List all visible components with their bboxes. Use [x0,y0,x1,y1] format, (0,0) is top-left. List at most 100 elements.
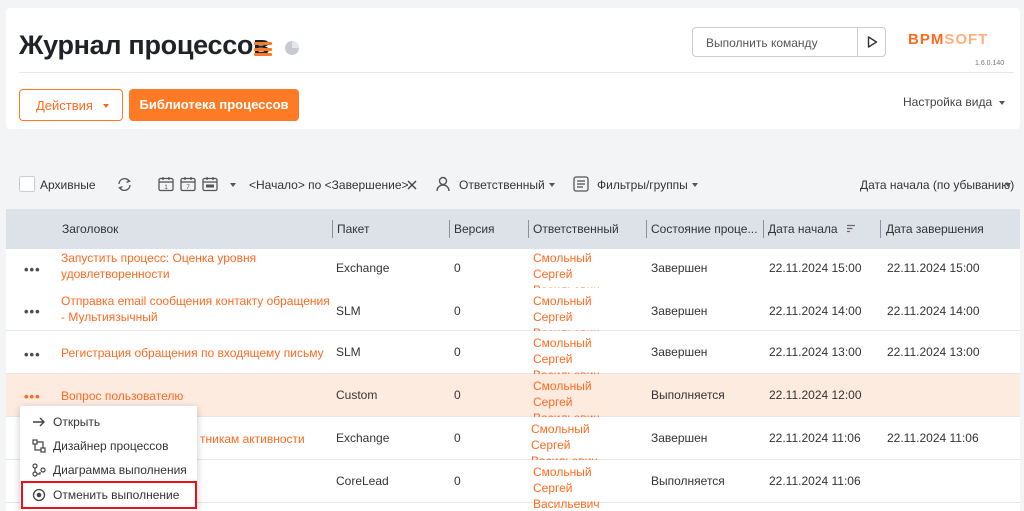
column-separator[interactable] [646,220,647,238]
column-header-version[interactable]: Версия [454,222,495,236]
menu-item-label: Открыть [53,415,101,429]
chevron-down-icon [103,104,109,108]
filter-list-icon [573,176,589,192]
svg-text:7: 7 [186,184,190,191]
view-settings-button[interactable]: Настройка вида [903,95,1006,109]
row-actions-icon[interactable]: ••• [24,390,41,403]
arrow-right-icon [33,417,45,427]
menu-item-label: Отменить выполнение [53,488,180,502]
refresh-icon[interactable] [116,177,133,192]
calendar-week-icon[interactable]: 7 [180,176,196,192]
clear-period-icon[interactable] [407,180,417,190]
archive-checkbox[interactable] [19,176,35,192]
chevron-down-icon [999,100,1006,105]
end-date-cell: 22.11.2024 15:00 [887,261,980,275]
version-cell: 0 [454,304,461,318]
state-cell: Завершен [651,345,708,359]
column-separator[interactable] [332,220,333,238]
state-cell: Завершен [651,261,708,275]
menu-item-label: Дизайнер процессов [53,439,169,453]
column-header-package[interactable]: Пакет [337,222,369,236]
end-date-cell: 22.11.2024 13:00 [887,345,980,359]
user-icon [436,176,450,192]
version-cell: 0 [454,345,461,359]
svg-text:1: 1 [164,184,168,191]
version-cell: 0 [454,261,461,275]
cancel-execution-icon [32,488,46,502]
run-command-button[interactable] [857,28,885,56]
row-context-menu: Открыть Дизайнер процессов Диаграмма вып… [20,406,197,511]
column-separator[interactable] [449,220,450,238]
package-cell: SLM [336,345,361,359]
row-actions-icon[interactable]: ••• [24,263,41,276]
menu-item-label: Диаграмма выполнения [53,463,187,477]
process-title-link[interactable]: Запустить процесс: Оценка уровня удовлет… [61,250,321,282]
package-cell: Custom [336,388,378,402]
calendar-day-icon[interactable]: 1 [158,176,174,192]
calendar-month-icon[interactable] [202,176,218,192]
package-cell: SLM [336,304,361,318]
chevron-down-icon[interactable] [549,183,555,187]
package-cell: Exchange [336,431,390,445]
start-date-cell: 22.11.2024 11:06 [769,474,861,488]
actions-label: Действия [36,98,93,113]
state-cell: Завершен [651,304,708,318]
table-row[interactable]: ••• Запустить процесс: Оценка уровня удо… [6,249,1020,297]
chevron-down-icon[interactable] [230,183,236,187]
process-title-link[interactable]: Вопрос пользователю [61,388,321,404]
header-card: Журнал процессов Выполнить команду BPMSO… [6,8,1020,129]
table-row[interactable]: ••• Регистрация обращения по входящему п… [6,331,1020,382]
menu-item-cancel-execution[interactable]: Отменить выполнение [21,481,197,509]
page-title: Журнал процессов [19,30,270,60]
version-cell: 0 [454,388,461,402]
filter-bar: Архивные 1 7 <Начало> по <Завершение> От… [0,172,1024,198]
menu-item-process-designer[interactable]: Дизайнер процессов [20,434,197,458]
grid-header: Заголовок Пакет Версия Ответственный Сос… [6,209,1020,249]
archive-label: Архивные [40,178,96,192]
version-cell: 0 [454,431,461,445]
process-title-link[interactable]: Регистрация обращения по входящему письм… [61,345,331,361]
start-date-cell: 22.11.2024 13:00 [769,345,862,359]
process-designer-icon [32,439,46,453]
column-header-end-date[interactable]: Дата завершения [886,222,984,236]
process-title-link[interactable]: тникам активности [200,431,320,447]
package-cell: CoreLead [336,474,389,488]
filters-groups-button[interactable]: Фильтры/группы [597,178,688,192]
table-row[interactable]: ••• Отправка email сообщения контакту об… [6,288,1020,340]
command-input[interactable]: Выполнить команду [692,27,886,57]
version-label: 1.6.0.140 [975,60,1005,67]
menu-item-execution-diagram[interactable]: Диаграмма выполнения [20,458,197,482]
responsible-filter[interactable]: Ответственный [459,178,545,192]
command-placeholder: Выполнить команду [706,36,818,50]
column-header-responsible[interactable]: Ответственный [533,222,619,236]
bpmsoft-logo: BPMSOFT [908,31,989,48]
responsible-link[interactable]: Смольный Сергей Васильевич [533,464,633,511]
column-separator[interactable] [880,220,881,238]
column-separator[interactable] [528,220,529,238]
play-icon [867,36,878,48]
process-library-button[interactable]: Библиотека процессов [129,89,299,121]
divider [19,72,1014,73]
package-cell: Exchange [336,261,390,275]
column-header-state[interactable]: Состояние проце... [651,222,757,236]
hamburger-menu-icon[interactable] [254,42,272,56]
pie-chart-icon[interactable] [284,40,300,56]
column-header-start-date[interactable]: Дата начала [768,222,856,236]
state-cell: Выполняется [651,474,725,488]
process-title-link[interactable]: Отправка email сообщения контакту обраще… [61,293,336,325]
column-header-title[interactable]: Заголовок [62,222,118,236]
row-actions-icon[interactable]: ••• [24,348,41,361]
end-date-cell: 22.11.2024 14:00 [887,304,980,318]
end-date-cell: 22.11.2024 11:06 [887,431,979,445]
row-actions-icon[interactable]: ••• [24,305,41,318]
period-filter[interactable]: <Начало> по <Завершение> [249,178,409,192]
start-date-cell: 22.11.2024 12:00 [769,388,862,402]
actions-button[interactable]: Действия [19,89,123,121]
version-cell: 0 [454,474,461,488]
state-cell: Завершен [651,431,708,445]
chevron-down-icon[interactable] [1005,183,1011,187]
sort-selector[interactable]: Дата начала (по убыванию) [860,178,1014,192]
chevron-down-icon[interactable] [692,183,698,187]
column-separator[interactable] [763,220,764,238]
menu-item-open[interactable]: Открыть [20,410,197,434]
